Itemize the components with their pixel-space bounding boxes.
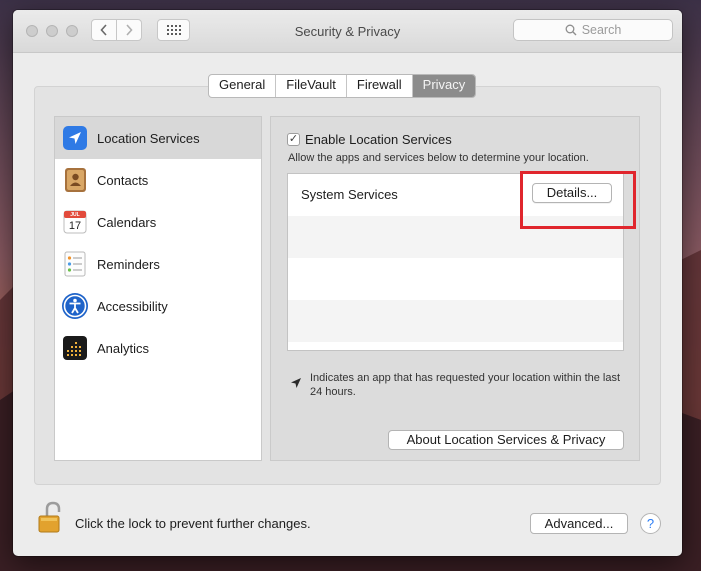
privacy-sidebar: Location Services Contacts JUL 17 Calend… [54, 116, 262, 461]
about-location-privacy-button[interactable]: About Location Services & Privacy [388, 430, 624, 450]
sidebar-item-location-services[interactable]: Location Services [55, 117, 261, 159]
system-services-label: System Services [301, 187, 398, 202]
list-item [288, 216, 623, 258]
sidebar-item-accessibility[interactable]: Accessibility [55, 285, 261, 327]
list-item [288, 258, 623, 300]
search-icon [565, 24, 577, 36]
apps-list: System Services Details... [287, 173, 624, 351]
reminders-icon [61, 250, 89, 278]
tab-firewall[interactable]: Firewall [347, 75, 413, 97]
calendar-icon-day: 17 [68, 220, 82, 232]
sidebar-item-label: Calendars [97, 214, 157, 230]
list-item [288, 342, 623, 350]
location-description: Allow the apps and services below to det… [288, 152, 589, 164]
location-arrow-icon [291, 378, 301, 388]
lock-icon[interactable] [37, 500, 63, 534]
lock-message: Click the lock to prevent further change… [75, 516, 311, 531]
tab-general[interactable]: General [209, 75, 277, 97]
enable-location-checkbox[interactable]: ✓ [287, 133, 300, 146]
sidebar-item-label: Analytics [97, 340, 150, 356]
help-button[interactable]: ? [640, 513, 661, 534]
list-item: System Services Details... [288, 174, 623, 216]
sidebar-item-label: Accessibility [97, 298, 168, 314]
calendar-icon: JUL 17 [61, 208, 89, 236]
enable-location-label: Enable Location Services [305, 132, 452, 147]
title-bar: Security & Privacy Search [13, 10, 682, 53]
details-button[interactable]: Details... [532, 183, 612, 203]
sidebar-item-label: Contacts [97, 172, 149, 188]
advanced-button[interactable]: Advanced... [530, 513, 628, 534]
search-placeholder: Search [581, 23, 622, 37]
search-field[interactable]: Search [513, 19, 673, 41]
tab-filevault[interactable]: FileVault [276, 75, 347, 97]
location-note: Indicates an app that has requested your… [310, 372, 621, 398]
sidebar-item-analytics[interactable]: Analytics [55, 327, 261, 369]
security-privacy-window: Security & Privacy Search General FileVa… [13, 10, 682, 556]
location-services-icon [61, 124, 89, 152]
calendar-icon-month: JUL [70, 212, 80, 218]
sidebar-item-reminders[interactable]: Reminders [55, 243, 261, 285]
tab-bar: General FileVault Firewall Privacy [208, 74, 477, 98]
sidebar-item-label: Location Services [97, 130, 200, 146]
list-item [288, 300, 623, 342]
accessibility-icon [61, 292, 89, 320]
contacts-icon [61, 166, 89, 194]
location-services-panel: ✓ Enable Location Services Allow the app… [270, 116, 640, 461]
analytics-icon [61, 334, 89, 362]
sidebar-item-label: Reminders [97, 256, 160, 272]
sidebar-item-contacts[interactable]: Contacts [55, 159, 261, 201]
sidebar-item-calendars[interactable]: JUL 17 Calendars [55, 201, 261, 243]
tab-privacy[interactable]: Privacy [412, 75, 476, 97]
